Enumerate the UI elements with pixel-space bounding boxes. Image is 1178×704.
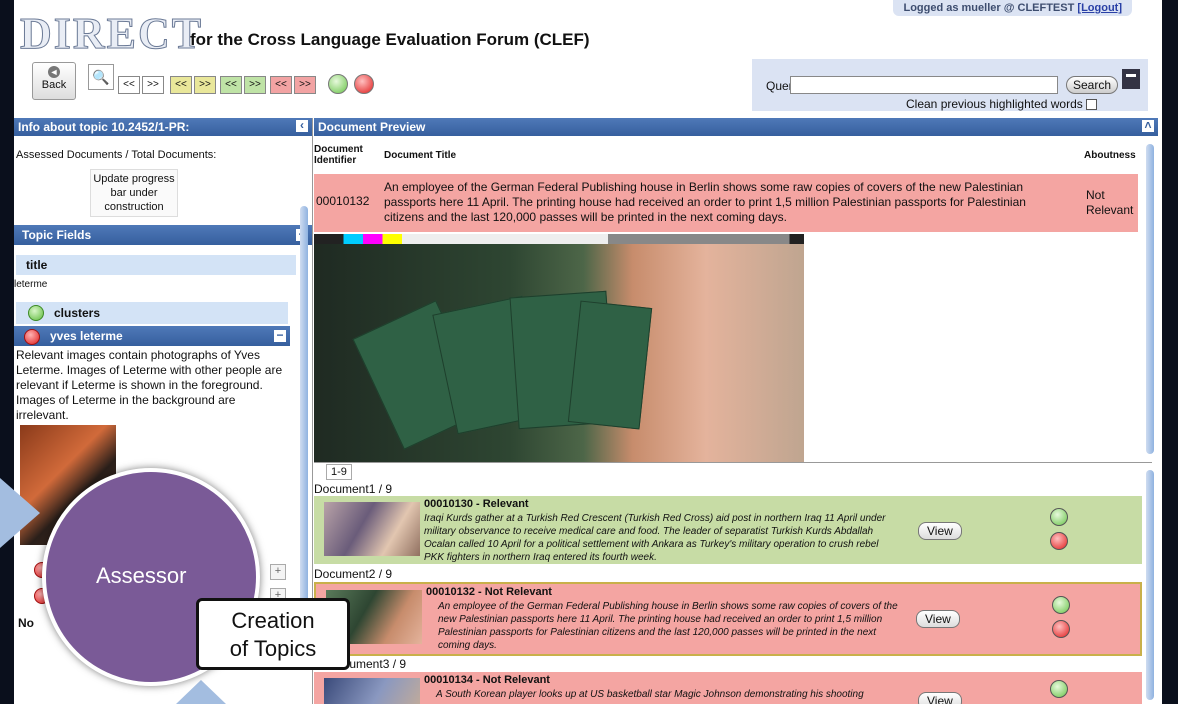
document-photo: [314, 234, 804, 462]
document-1-view-button[interactable]: View: [918, 522, 962, 540]
preview-document-title: An employee of the German Federal Publis…: [384, 180, 1026, 224]
partial-label: No: [18, 616, 34, 630]
list-scrollbar[interactable]: [1146, 470, 1154, 700]
document-3-item: 00010134 - Not Relevant A South Korean p…: [314, 672, 1142, 704]
query-panel: Query Search ▬ Clean previous highlighte…: [752, 59, 1148, 111]
direct-logo: DIRECT: [19, 11, 201, 56]
collapse-preview-icon[interactable]: ˄: [1142, 119, 1154, 132]
not-relevant-filter-icon[interactable]: [354, 74, 374, 94]
topic-info-header: Info about topic 10.2452/1-PR: ‹: [14, 118, 312, 136]
document-1-header: 00010130 - Relevant: [424, 498, 529, 510]
collapse-left-icon[interactable]: ‹: [296, 119, 308, 132]
document-1-label: Document1 / 9: [314, 482, 393, 496]
document-1-item: 00010130 - Relevant Iraqi Kurds gather a…: [314, 496, 1142, 564]
yves-leterme-label: yves leterme: [50, 329, 123, 343]
logo-text: DIRECT: [19, 9, 204, 58]
document-3-relevant-icon[interactable]: [1050, 680, 1068, 698]
progress-placeholder: Update progress bar under construction: [90, 169, 178, 217]
pager-divider: [314, 462, 1152, 467]
search-button[interactable]: Search: [1066, 76, 1119, 94]
login-status: Logged as mueller @ CLEFTEST [Logout]: [893, 0, 1132, 16]
preview-aboutness: Not Relevant: [1086, 188, 1134, 217]
photo-passports-image: [314, 244, 804, 462]
query-input[interactable]: [790, 76, 1058, 94]
document-3-header: 00010134 - Not Relevant: [424, 674, 550, 686]
topic-info-title: Info about topic 10.2452/1-PR:: [18, 120, 190, 134]
document-2-text: An employee of the German Federal Publis…: [438, 601, 898, 651]
creation-of-topics-box: Creation of Topics: [196, 598, 350, 670]
topic-fields-header: Topic Fields −: [14, 225, 312, 245]
save-icon[interactable]: ▬: [1122, 69, 1140, 89]
col-title-header: Document Title: [384, 150, 457, 161]
document-2-item: 00010132 - Not Relevant An employee of t…: [314, 582, 1142, 656]
clean-highlight-label: Clean previous highlighted words: [906, 97, 1083, 111]
app-header: DIRECT for the Cross Language Evaluation…: [14, 0, 1162, 58]
document-2-not-relevant-icon[interactable]: [1052, 620, 1070, 638]
page-range-tab[interactable]: 1-9: [326, 464, 352, 480]
nav-prev-red-button[interactable]: <<: [270, 76, 292, 94]
clusters-row[interactable]: clusters: [16, 302, 288, 324]
clean-highlight-option: Clean previous highlighted words: [906, 97, 1097, 111]
nav-next-yellow-button[interactable]: >>: [194, 76, 216, 94]
clusters-label: clusters: [54, 306, 101, 320]
document-2-label: Document2 / 9: [314, 567, 393, 581]
assessor-label: Assessor: [96, 563, 187, 588]
logout-link[interactable]: [Logout]: [1077, 2, 1122, 14]
document-3-thumbnail: [324, 678, 420, 704]
nav-prev-button[interactable]: <<: [118, 76, 140, 94]
left-scrollbar[interactable]: [300, 206, 308, 666]
preview-scrollbar[interactable]: [1146, 144, 1154, 454]
col-identifier-header: Document Identifier: [314, 144, 363, 166]
nav-prev-yellow-button[interactable]: <<: [170, 76, 192, 94]
topic-description: Relevant images contain photographs of Y…: [16, 348, 283, 422]
col-aboutness-header: Aboutness: [1084, 150, 1136, 161]
creation-line-1: Creation: [231, 608, 315, 633]
document-2-relevant-icon[interactable]: [1052, 596, 1070, 614]
preview-document-row[interactable]: 00010132 An employee of the German Feder…: [314, 174, 1138, 232]
creation-line-2: of Topics: [229, 636, 317, 661]
document-2-view-button[interactable]: View: [916, 610, 960, 628]
topic-fields-title: Topic Fields: [22, 228, 92, 242]
relevant-dot-icon: [28, 305, 44, 321]
magnifier-icon[interactable]: 🔍: [88, 64, 114, 90]
document-preview-panel: Document Preview ˄ Document Identifier D…: [314, 118, 1162, 704]
yves-collapse-icon[interactable]: −: [274, 329, 286, 342]
logged-as-text: Logged as mueller @ CLEFTEST: [903, 2, 1075, 14]
title-field-row[interactable]: title: [16, 255, 296, 275]
back-arrow-icon: ◄: [48, 66, 60, 78]
toolbar: ◄ Back 🔍 << >> << >> << >> << >> Query S…: [14, 58, 1162, 116]
clean-highlight-checkbox[interactable]: [1085, 99, 1097, 111]
document-preview-header: Document Preview ˄: [314, 118, 1158, 136]
nav-next-green-button[interactable]: >>: [244, 76, 266, 94]
document-1-not-relevant-icon[interactable]: [1050, 532, 1068, 550]
preview-document-id: 00010132: [316, 194, 370, 208]
title-field-label: title: [26, 258, 48, 272]
document-preview-title: Document Preview: [318, 120, 426, 134]
photo-color-strip: [314, 234, 804, 244]
nav-prev-green-button[interactable]: <<: [220, 76, 242, 94]
passport-shape: [567, 300, 653, 430]
page-title: for the Cross Language Evaluation Forum …: [190, 30, 590, 49]
title-field-value: leterme: [14, 279, 48, 290]
document-1-relevant-icon[interactable]: [1050, 508, 1068, 526]
nav-next-button[interactable]: >>: [142, 76, 164, 94]
nav-next-red-button[interactable]: >>: [294, 76, 316, 94]
assessed-label: Assessed Documents / Total Documents:: [16, 149, 217, 161]
expand-plus-icon-1[interactable]: +: [270, 564, 286, 580]
back-label: Back: [41, 79, 67, 91]
document-1-text: Iraqi Kurds gather at a Turkish Red Cres…: [424, 513, 886, 563]
document-1-thumbnail: [324, 502, 420, 556]
document-2-header: 00010132 - Not Relevant: [426, 586, 552, 598]
relevant-filter-icon[interactable]: [328, 74, 348, 94]
document-3-text: A South Korean player looks up at US bas…: [436, 689, 864, 700]
not-relevant-dot-icon: [24, 329, 40, 345]
yves-leterme-header[interactable]: yves leterme −: [14, 326, 290, 346]
back-button[interactable]: ◄ Back: [32, 62, 76, 100]
document-3-view-button[interactable]: View: [918, 692, 962, 704]
